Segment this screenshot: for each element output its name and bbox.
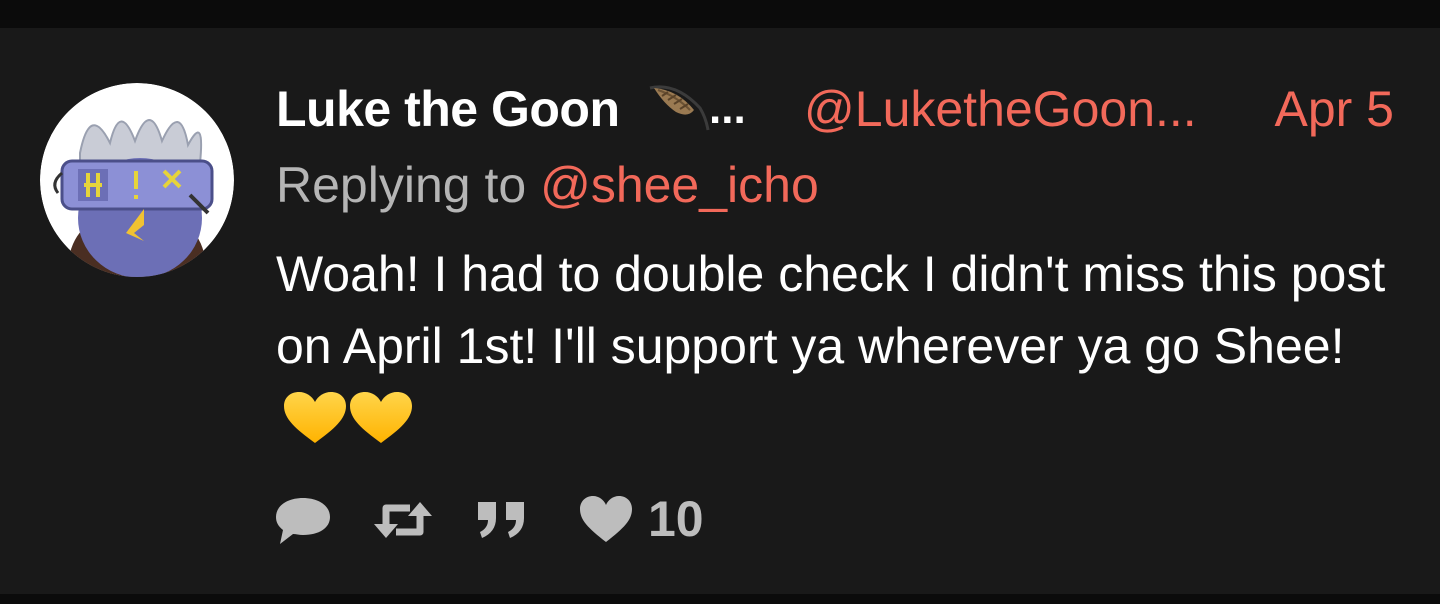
display-name[interactable]: Luke the Goon: [276, 80, 620, 138]
reply-icon[interactable]: [272, 494, 334, 546]
name-ellipsis: ...: [709, 84, 746, 133]
user-handle[interactable]: @LuketheGoon...: [804, 80, 1197, 138]
tweet-date[interactable]: Apr 5: [1274, 80, 1394, 138]
replying-prefix: Replying to: [276, 157, 527, 213]
retweet-icon[interactable]: [372, 494, 434, 546]
top-bar: [0, 0, 1440, 28]
yellow-heart-icon: [282, 391, 414, 466]
heart-icon[interactable]: [578, 494, 634, 546]
replying-to: Replying to @shee_icho: [276, 156, 819, 214]
avatar[interactable]: [40, 83, 234, 277]
like-count[interactable]: 10: [648, 492, 704, 546]
tweet-header: Luke the Goon ... @LuketheGoon... Apr 5: [276, 80, 1406, 138]
quote-icon[interactable]: [472, 494, 534, 546]
bottom-bar: [0, 594, 1440, 604]
tweet-text: Woah! I had to double check I didn't mis…: [276, 246, 1386, 374]
avatar-image: [40, 83, 234, 277]
replying-handle-link[interactable]: @shee_icho: [540, 157, 819, 213]
tweet-text-block: Woah! I had to double check I didn't mis…: [276, 238, 1416, 466]
feather-icon: [648, 82, 712, 136]
